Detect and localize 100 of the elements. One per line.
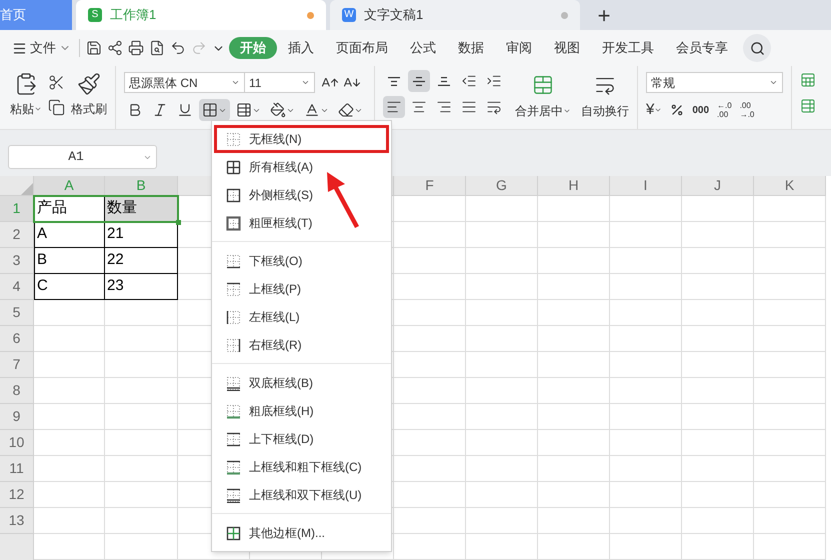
font-size-select[interactable]: 11 <box>245 72 315 93</box>
font-select[interactable]: 思源黑体 CN <box>124 72 245 93</box>
ribbon-tab[interactable]: 插入 <box>277 37 325 59</box>
row-header[interactable]: 6 <box>0 326 34 352</box>
table-cell <box>754 482 826 508</box>
row-header[interactable]: 4 <box>0 274 34 300</box>
row-header[interactable]: 13 <box>0 508 34 534</box>
share-icon[interactable] <box>107 40 123 56</box>
column-header[interactable]: F <box>394 176 466 196</box>
new-tab-button[interactable]: + <box>584 0 624 30</box>
merge-center-button[interactable]: 合并居中 <box>515 70 571 129</box>
cut-icon[interactable] <box>48 74 65 91</box>
row-header[interactable]: 9 <box>0 404 34 430</box>
border-style-icon <box>226 432 241 446</box>
vertical-align-button[interactable] <box>408 70 430 92</box>
distribute-icon[interactable] <box>486 99 502 115</box>
table-cell <box>682 196 754 222</box>
caret-icon[interactable] <box>769 78 778 87</box>
menu-item[interactable]: 所有框线(A) <box>214 153 389 181</box>
number-format-select[interactable]: 常规 <box>646 72 783 93</box>
search-button[interactable] <box>743 34 771 62</box>
menu-item[interactable]: 外侧框线(S) <box>214 181 389 209</box>
increase-decimal-button[interactable]: ←.0 .00 <box>717 101 732 120</box>
caret-icon[interactable] <box>301 78 310 87</box>
percent-icon[interactable] <box>670 103 684 118</box>
print-preview-icon[interactable] <box>149 40 165 56</box>
row-header[interactable]: 10 <box>0 430 34 456</box>
ribbon-tab[interactable]: 视图 <box>543 37 591 59</box>
menu-item[interactable]: 上框线和双下框线(U) <box>214 481 389 509</box>
menu-item[interactable]: 其他边框(M)... <box>214 519 389 547</box>
table-cell <box>610 482 682 508</box>
menu-item[interactable]: 右框线(R) <box>214 331 389 359</box>
caret-icon[interactable] <box>34 105 42 113</box>
menu-item[interactable]: 双底框线(B) <box>214 369 389 397</box>
menu-item[interactable]: 无框线(N) <box>214 125 389 153</box>
table-style-icon[interactable] <box>800 98 816 114</box>
column-header[interactable]: I <box>610 176 682 196</box>
ribbon-tab[interactable]: 数据 <box>447 37 495 59</box>
menu-item[interactable]: 左框线(L) <box>214 303 389 331</box>
caret-icon[interactable] <box>231 78 240 87</box>
row-header[interactable]: 11 <box>0 456 34 482</box>
ribbon-tab[interactable]: 开发工具 <box>591 37 665 59</box>
table-cell <box>466 456 538 482</box>
column-header[interactable]: G <box>466 176 538 196</box>
table-cell <box>754 352 826 378</box>
column-header[interactable]: H <box>538 176 610 196</box>
save-icon[interactable] <box>86 40 102 56</box>
wrap-text-button[interactable]: 自动换行 <box>581 70 629 129</box>
decrease-indent-icon[interactable] <box>461 73 477 89</box>
border-style-icon <box>226 160 241 174</box>
table-cell <box>394 196 466 222</box>
border-style-icon <box>226 460 241 474</box>
currency-button[interactable]: ¥ <box>646 99 662 122</box>
increase-indent-icon[interactable] <box>486 73 502 89</box>
border-button[interactable] <box>199 99 230 121</box>
column-header[interactable]: K <box>754 176 826 196</box>
tab[interactable]: S 工作簿1 <box>76 0 326 30</box>
menu-item[interactable]: 上框线和粗下框线(C) <box>214 453 389 481</box>
format-painter-button[interactable]: 格式刷 <box>71 72 107 129</box>
menu-item[interactable]: 上框线(P) <box>214 275 389 303</box>
table-cell <box>538 482 610 508</box>
fill-handle[interactable] <box>176 220 181 225</box>
ribbon-tab[interactable]: 公式 <box>399 37 447 59</box>
menu-item[interactable]: 上下框线(D) <box>214 425 389 453</box>
column-header[interactable]: J <box>682 176 754 196</box>
row-header[interactable]: 3 <box>0 248 34 274</box>
row-header[interactable]: 2 <box>0 222 34 248</box>
horizontal-align-button[interactable] <box>383 96 405 118</box>
corner-triangle-icon <box>21 183 33 195</box>
print-icon[interactable] <box>128 40 144 56</box>
name-box[interactable]: A1 <box>8 145 157 169</box>
table-cell <box>682 430 754 456</box>
table-cell <box>394 378 466 404</box>
ribbon-tab[interactable]: 审阅 <box>495 37 543 59</box>
border-grid-icon <box>226 526 241 540</box>
table-cell <box>34 534 105 560</box>
decrease-decimal-button[interactable]: .00 →.0 <box>740 101 754 120</box>
table-cell <box>466 196 538 222</box>
file-menu[interactable]: 文件 <box>12 38 77 58</box>
row-header[interactable]: 12 <box>0 482 34 508</box>
ribbon-tab[interactable]: 会员专享 <box>665 37 739 59</box>
tab[interactable]: W 文字文稿1 <box>330 0 580 30</box>
table-cell <box>538 274 610 300</box>
table-cell <box>538 222 610 248</box>
row-header[interactable]: 5 <box>0 300 34 326</box>
ribbon-tab[interactable]: 页面布局 <box>325 37 399 59</box>
menu-item[interactable]: 粗匣框线(T) <box>214 209 389 237</box>
undo-icon[interactable] <box>170 40 186 56</box>
paste-button[interactable]: 粘贴 <box>10 72 42 129</box>
menu-item[interactable]: 粗底框线(H) <box>214 397 389 425</box>
menu-item[interactable]: 下框线(O) <box>214 247 389 275</box>
table-cell <box>394 326 466 352</box>
vertical-align-icon <box>438 76 450 86</box>
table-cell <box>682 274 754 300</box>
copy-icon[interactable] <box>48 99 65 116</box>
table-icon[interactable] <box>800 72 816 88</box>
row-header[interactable]: 7 <box>0 352 34 378</box>
caret-icon[interactable] <box>563 107 571 115</box>
row-header[interactable]: 8 <box>0 378 34 404</box>
thousands-button[interactable]: 000 <box>692 102 710 118</box>
